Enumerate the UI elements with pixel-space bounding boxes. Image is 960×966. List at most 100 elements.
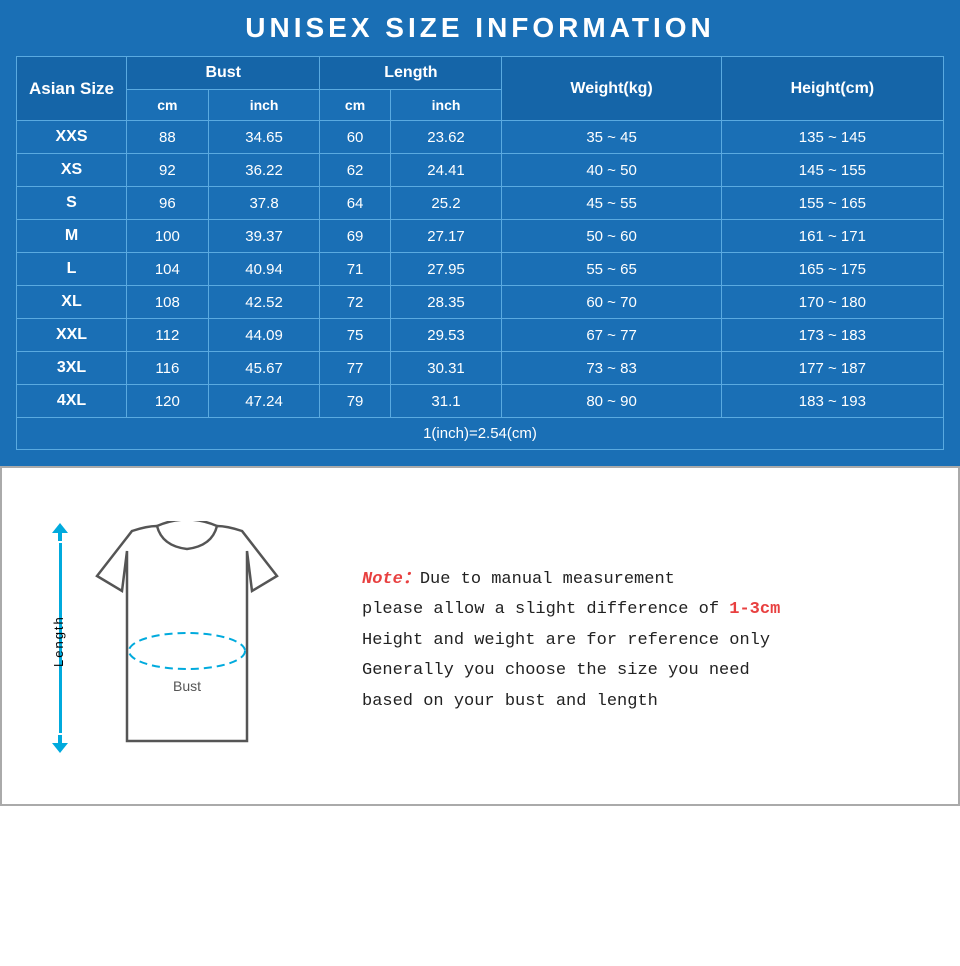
weight-cell: 67 ~ 77 [502,319,721,352]
note-line2-prefix: please allow a slight difference of [362,600,729,619]
height-cell: 170 ~ 180 [721,286,943,319]
size-table: Asian Size Bust Length Weight(kg) Height… [16,56,944,450]
length-cm-cell: 77 [320,352,390,385]
length-cm-cell: 64 [320,187,390,220]
table-row: M10039.376927.1750 ~ 60161 ~ 171 [17,220,944,253]
height-cell: 161 ~ 171 [721,220,943,253]
length-inch-header: inch [390,90,502,121]
size-cell: M [17,220,127,253]
note-paragraph: Note：Due to manual measurement please al… [362,565,928,718]
bust-cm-cell: 104 [127,253,209,286]
bust-cm-cell: 88 [127,121,209,154]
length-inch-cell: 31.1 [390,385,502,418]
height-cell: 173 ~ 183 [721,319,943,352]
col-header-length: Length [320,57,502,90]
tshirt-diagram: Bust [77,521,297,761]
note-area: Note：Due to manual measurement please al… [342,468,958,804]
length-cm-cell: 71 [320,253,390,286]
length-cm-cell: 79 [320,385,390,418]
bust-cm-cell: 92 [127,154,209,187]
length-inch-cell: 25.2 [390,187,502,220]
table-row: XL10842.527228.3560 ~ 70170 ~ 180 [17,286,944,319]
table-row: S9637.86425.245 ~ 55155 ~ 165 [17,187,944,220]
top-section: UNISEX SIZE INFORMATION Asian Size Bust … [0,0,960,466]
height-cell: 135 ~ 145 [721,121,943,154]
col-header-height: Height(cm) [721,57,943,121]
diagram-area: Length Bust [2,468,342,804]
note-line3: Height and weight are for reference only [362,631,770,650]
table-row: L10440.947127.9555 ~ 65165 ~ 175 [17,253,944,286]
length-cm-header: cm [320,90,390,121]
bust-cm-cell: 120 [127,385,209,418]
weight-cell: 80 ~ 90 [502,385,721,418]
table-row: XS9236.226224.4140 ~ 50145 ~ 155 [17,154,944,187]
bust-cm-cell: 108 [127,286,209,319]
length-cm-cell: 72 [320,286,390,319]
height-cell: 183 ~ 193 [721,385,943,418]
size-cell: XL [17,286,127,319]
note-line4: Generally you choose the size you need [362,661,750,680]
bust-cm-cell: 116 [127,352,209,385]
weight-cell: 55 ~ 65 [502,253,721,286]
note-line5: based on your bust and length [362,692,658,711]
size-cell: XXL [17,319,127,352]
bust-inch-cell: 34.65 [208,121,320,154]
height-cell: 165 ~ 175 [721,253,943,286]
table-row: 4XL12047.247931.180 ~ 90183 ~ 193 [17,385,944,418]
bust-inch-cell: 39.37 [208,220,320,253]
weight-cell: 35 ~ 45 [502,121,721,154]
bust-inch-cell: 40.94 [208,253,320,286]
col-header-bust: Bust [127,57,320,90]
note-line1: Due to manual measurement [420,570,675,589]
size-cell: S [17,187,127,220]
height-cell: 155 ~ 165 [721,187,943,220]
size-cell: XXS [17,121,127,154]
bust-inch-cell: 44.09 [208,319,320,352]
length-label: Length [51,601,66,681]
length-inch-cell: 24.41 [390,154,502,187]
bust-inch-header: inch [208,90,320,121]
weight-cell: 50 ~ 60 [502,220,721,253]
col-header-asian-size: Asian Size [17,57,127,121]
size-cell: XS [17,154,127,187]
bust-cm-cell: 100 [127,220,209,253]
table-row: XXL11244.097529.5367 ~ 77173 ~ 183 [17,319,944,352]
length-inch-cell: 27.95 [390,253,502,286]
table-row: 3XL11645.677730.3173 ~ 83177 ~ 187 [17,352,944,385]
weight-cell: 45 ~ 55 [502,187,721,220]
bust-cm-header: cm [127,90,209,121]
length-inch-cell: 28.35 [390,286,502,319]
weight-cell: 73 ~ 83 [502,352,721,385]
svg-text:Bust: Bust [173,678,201,694]
bust-cm-cell: 112 [127,319,209,352]
col-header-weight: Weight(kg) [502,57,721,121]
bust-inch-cell: 45.67 [208,352,320,385]
arrow-down-icon [52,735,68,753]
length-inch-cell: 29.53 [390,319,502,352]
bust-inch-cell: 36.22 [208,154,320,187]
length-cm-cell: 75 [320,319,390,352]
note-highlight: 1-3cm [729,600,780,619]
weight-cell: 40 ~ 50 [502,154,721,187]
bust-inch-cell: 47.24 [208,385,320,418]
size-cell: 3XL [17,352,127,385]
bust-cm-cell: 96 [127,187,209,220]
bust-inch-cell: 42.52 [208,286,320,319]
height-cell: 177 ~ 187 [721,352,943,385]
conversion-note: 1(inch)=2.54(cm) [17,418,944,450]
table-row: XXS8834.656023.6235 ~ 45135 ~ 145 [17,121,944,154]
size-cell: L [17,253,127,286]
length-cm-cell: 69 [320,220,390,253]
length-inch-cell: 23.62 [390,121,502,154]
weight-cell: 60 ~ 70 [502,286,721,319]
tshirt-container: Length Bust [47,501,307,781]
length-cm-cell: 62 [320,154,390,187]
bust-inch-cell: 37.8 [208,187,320,220]
length-cm-cell: 60 [320,121,390,154]
main-title: UNISEX SIZE INFORMATION [16,12,944,44]
arrow-up-icon [52,523,68,541]
length-inch-cell: 30.31 [390,352,502,385]
size-cell: 4XL [17,385,127,418]
length-inch-cell: 27.17 [390,220,502,253]
note-keyword: Note： [362,570,420,589]
